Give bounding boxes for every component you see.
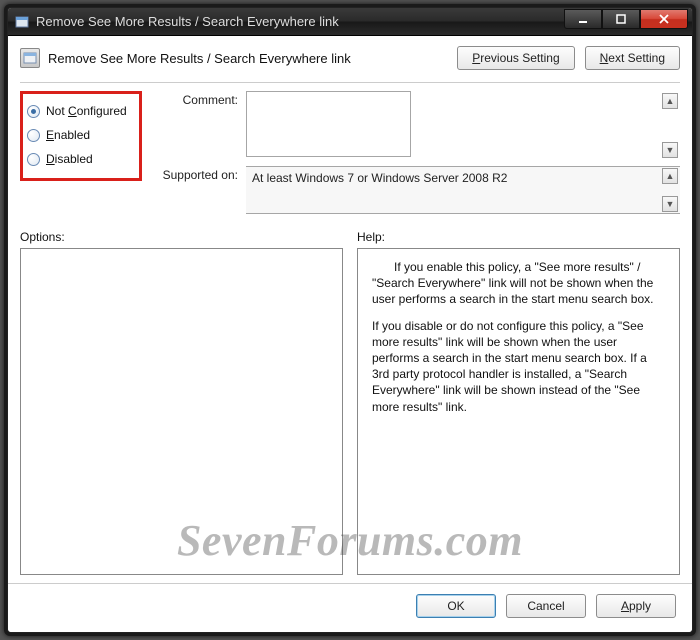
help-text: If you disable or do not configure this … xyxy=(372,318,665,415)
close-button[interactable] xyxy=(640,9,688,29)
radio-icon xyxy=(27,105,40,118)
scroll-up-icon[interactable]: ▲ xyxy=(662,168,678,184)
comment-textarea[interactable] xyxy=(246,91,411,157)
title-bar[interactable]: Remove See More Results / Search Everywh… xyxy=(8,8,692,36)
scroll-up-icon[interactable]: ▲ xyxy=(662,93,678,109)
radio-not-configured[interactable]: Not Configured xyxy=(27,104,135,118)
cancel-button[interactable]: Cancel xyxy=(506,594,586,618)
supported-label: Supported on: xyxy=(150,166,238,182)
options-label: Options: xyxy=(20,230,343,244)
previous-setting-button[interactable]: Previous Setting xyxy=(457,46,574,70)
radio-disabled[interactable]: Disabled xyxy=(27,152,135,166)
help-text: If you enable this policy, a "See more r… xyxy=(372,259,665,308)
maximize-button[interactable] xyxy=(602,9,640,29)
radio-enabled[interactable]: Enabled xyxy=(27,128,135,142)
apply-button[interactable]: Apply xyxy=(596,594,676,618)
window-controls xyxy=(564,9,688,29)
help-box: If you enable this policy, a "See more r… xyxy=(357,248,680,575)
options-box xyxy=(20,248,343,575)
radio-icon xyxy=(27,129,40,142)
footer: OK Cancel Apply xyxy=(8,583,692,622)
window-title: Remove See More Results / Search Everywh… xyxy=(36,14,564,29)
scroll-down-icon[interactable]: ▼ xyxy=(662,142,678,158)
divider xyxy=(20,82,680,83)
policy-title: Remove See More Results / Search Everywh… xyxy=(48,51,351,66)
comment-label: Comment: xyxy=(150,91,238,107)
app-icon xyxy=(14,14,30,30)
help-label: Help: xyxy=(357,230,680,244)
next-setting-button[interactable]: Next Setting xyxy=(585,46,680,70)
supported-on-value: At least Windows 7 or Windows Server 200… xyxy=(246,166,680,214)
header-row: Remove See More Results / Search Everywh… xyxy=(20,46,680,70)
policy-icon xyxy=(20,48,40,68)
ok-button[interactable]: OK xyxy=(416,594,496,618)
minimize-button[interactable] xyxy=(564,9,602,29)
scroll-down-icon[interactable]: ▼ xyxy=(662,196,678,212)
radio-icon xyxy=(27,153,40,166)
policy-window: Remove See More Results / Search Everywh… xyxy=(7,7,693,633)
state-radio-group: Not Configured Enabled Disabled xyxy=(20,91,142,181)
